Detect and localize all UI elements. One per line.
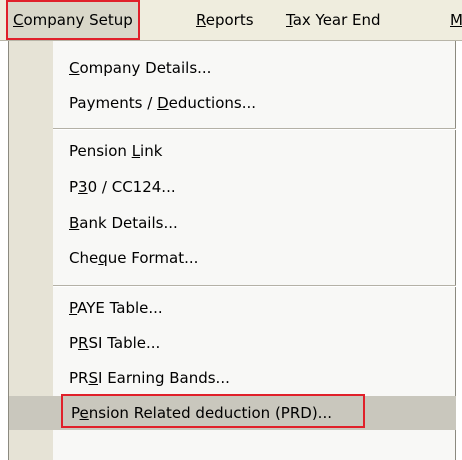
menu-item-label: P30 / CC124... xyxy=(69,178,176,196)
menu-item-label: PRSI Table... xyxy=(69,334,161,352)
menu-separator xyxy=(53,285,456,287)
menu-next-truncated[interactable]: M xyxy=(450,0,462,40)
menu-item-company-details[interactable]: Company Details... xyxy=(9,51,456,85)
menu-item-label: Bank Details... xyxy=(69,214,178,232)
menu-item-label: Company Details... xyxy=(69,59,212,77)
menu-label-accesskey: C xyxy=(13,11,24,29)
menu-item-label: Pension Related deduction (PRD)... xyxy=(71,404,332,422)
menu-item-bank-details[interactable]: Bank Details... xyxy=(9,206,456,240)
menu-item-pension-related-deduction[interactable]: Pension Related deduction (PRD)... xyxy=(9,394,456,430)
menu-label-post: ax Year End xyxy=(292,11,381,29)
menu-label-post: ompany Setup xyxy=(23,11,133,29)
menu-label-accesskey: M xyxy=(450,11,462,29)
background-edge xyxy=(456,41,462,460)
menu-item-p30-cc124[interactable]: P30 / CC124... xyxy=(9,170,456,204)
menu-item-cheque-format[interactable]: Cheque Format... xyxy=(9,241,456,275)
menu-label-accesskey: R xyxy=(196,11,206,29)
menu-item-paye-table[interactable]: PAYE Table... xyxy=(9,291,456,325)
menu-separator xyxy=(53,128,456,130)
menu-item-label: PAYE Table... xyxy=(69,299,163,317)
menu-company-setup[interactable]: Company Setup xyxy=(6,0,140,40)
menu-label-accesskey: T xyxy=(286,11,293,29)
menu-item-pension-link[interactable]: Pension Link xyxy=(9,134,456,168)
menu-bar: Company Setup Reports Tax Year End M xyxy=(0,0,462,40)
menu-item-label: Payments / Deductions... xyxy=(69,94,256,112)
menu-item-label: PRSI Earning Bands... xyxy=(69,369,230,387)
menu-tax-year-end[interactable]: Tax Year End xyxy=(286,0,381,40)
menu-label-post: eports xyxy=(205,11,254,29)
menu-item-prsi-earning-bands[interactable]: PRSI Earning Bands... xyxy=(9,361,456,395)
menu-item-payments-deductions[interactable]: Payments / Deductions... xyxy=(9,86,456,120)
menu-item-label: Cheque Format... xyxy=(69,249,199,267)
menu-reports[interactable]: Reports xyxy=(196,0,254,40)
menu-item-label: Pension Link xyxy=(69,142,163,160)
menu-item-prsi-table[interactable]: PRSI Table... xyxy=(9,326,456,360)
company-setup-dropdown: Company Details... Payments / Deductions… xyxy=(8,41,456,460)
